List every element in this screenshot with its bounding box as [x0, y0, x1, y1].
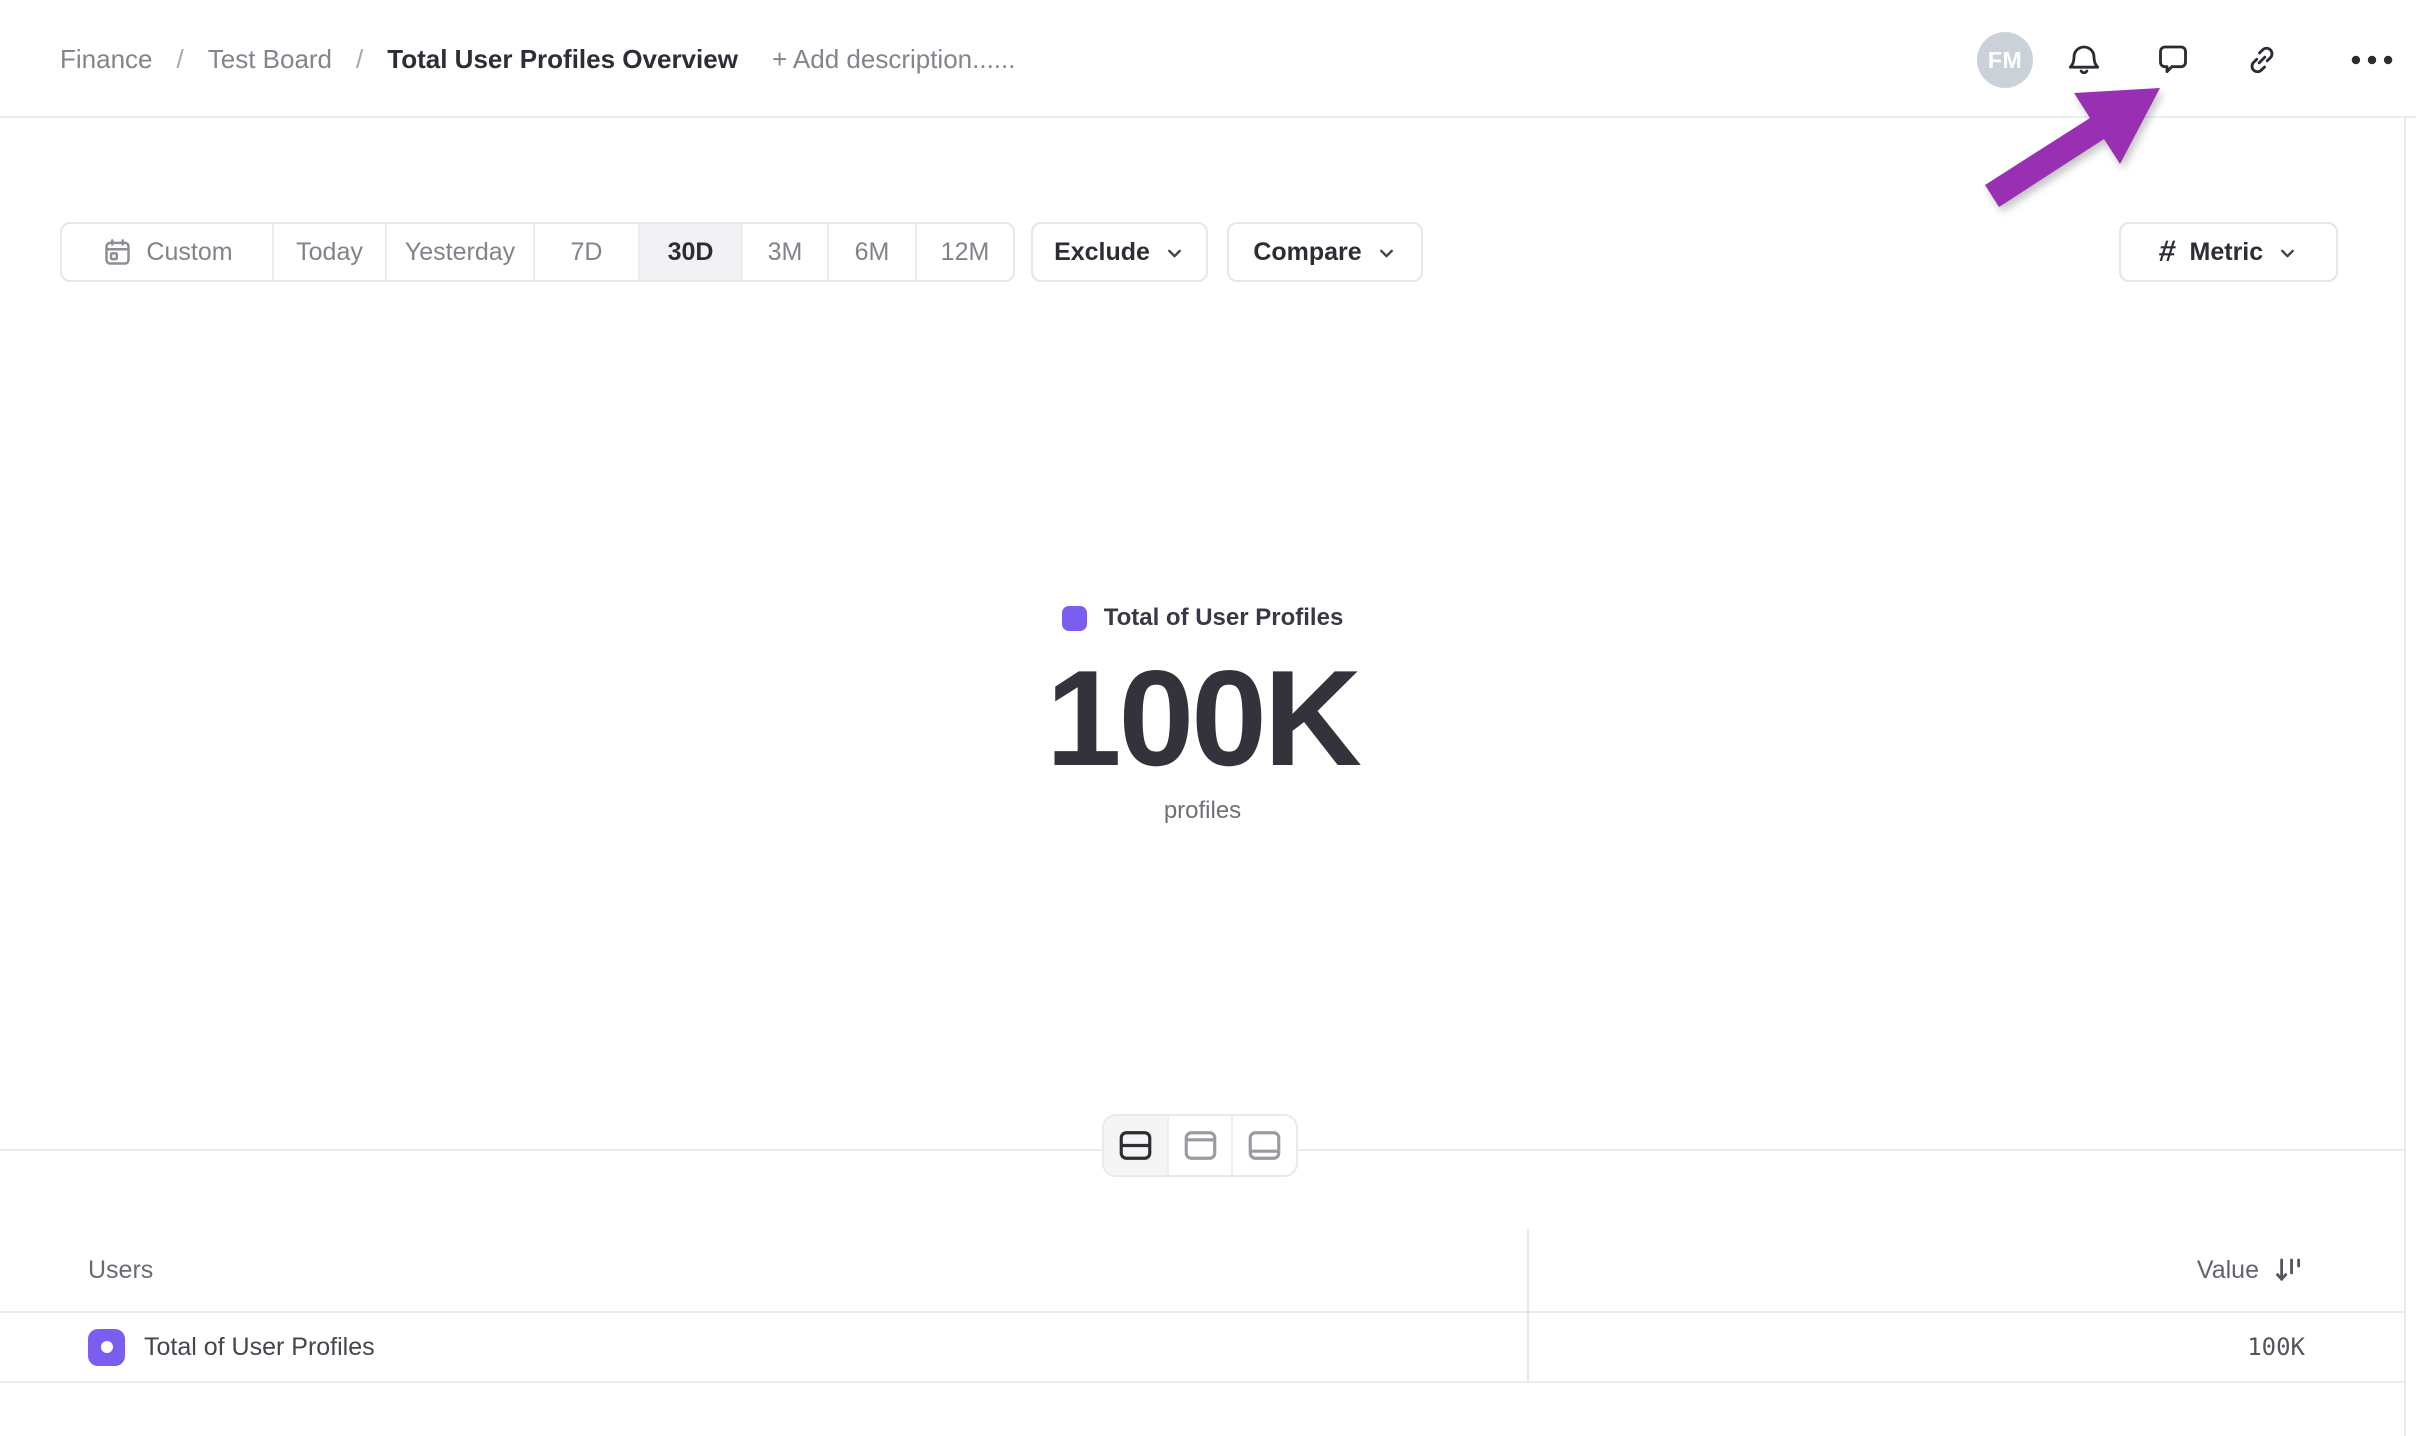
date-range-yesterday[interactable]: Yesterday	[387, 224, 535, 280]
app-screen: Finance / Test Board / Total User Profil…	[0, 0, 2416, 1436]
date-range-label: 30D	[668, 238, 714, 267]
date-range-today[interactable]: Today	[274, 224, 387, 280]
table-column-divider	[1527, 1229, 1529, 1383]
row-label: Total of User Profiles	[144, 1333, 375, 1362]
split-view-icon	[1117, 1129, 1154, 1162]
page-title: Total User Profiles Overview	[387, 44, 738, 75]
chevron-down-icon	[1376, 243, 1397, 264]
date-range-label: 12M	[941, 238, 990, 267]
content-right-border	[2404, 118, 2406, 1436]
metric-big-value: 100K	[0, 650, 2405, 786]
date-range-7d[interactable]: 7D	[535, 224, 640, 280]
series-color-icon	[88, 1329, 125, 1366]
more-options-button[interactable]	[2349, 37, 2395, 83]
exclude-label: Exclude	[1054, 238, 1150, 267]
legend-color-swatch	[1062, 606, 1087, 631]
date-range-label: 3M	[768, 238, 803, 267]
date-range-control: Custom Today Yesterday 7D 30D 3M 6M 12M	[60, 222, 1015, 282]
breadcrumb: Finance / Test Board / Total User Profil…	[60, 0, 1015, 118]
compare-dropdown[interactable]: Compare	[1227, 222, 1423, 282]
chevron-down-icon	[1164, 243, 1185, 264]
table-header: Users Value	[0, 1229, 2405, 1313]
date-range-12m[interactable]: 12M	[917, 224, 1013, 280]
column-header-users[interactable]: Users	[88, 1256, 153, 1285]
sort-descending-icon	[2271, 1253, 2305, 1287]
breadcrumb-item-finance[interactable]: Finance	[60, 44, 153, 75]
table-view-icon	[1246, 1129, 1283, 1162]
add-description-button[interactable]: + Add description......	[772, 44, 1016, 75]
date-range-label: Custom	[146, 238, 232, 267]
legend-label: Total of User Profiles	[1104, 604, 1344, 632]
hash-icon: #	[2157, 235, 2177, 269]
calendar-icon	[101, 236, 134, 269]
breadcrumb-separator: /	[356, 44, 363, 75]
date-range-custom[interactable]: Custom	[62, 224, 274, 280]
date-range-label: Yesterday	[405, 238, 515, 267]
metric-legend: Total of User Profiles	[0, 600, 2405, 636]
annotation-arrow	[1960, 70, 2190, 230]
value-header-label: Value	[2197, 1256, 2259, 1285]
metric-label: Metric	[2190, 238, 2264, 267]
chevron-down-icon	[2277, 243, 2298, 264]
metric-dropdown[interactable]: # Metric	[2119, 222, 2338, 282]
ellipsis-icon	[2351, 54, 2393, 66]
row-value: 100K	[2247, 1333, 2305, 1361]
breadcrumb-separator: /	[177, 44, 184, 75]
layout-split-view-button[interactable]	[1104, 1116, 1169, 1175]
layout-chart-only-button[interactable]	[1169, 1116, 1234, 1175]
date-range-label: 6M	[855, 238, 890, 267]
layout-switcher	[1102, 1114, 1298, 1177]
compare-label: Compare	[1253, 238, 1361, 267]
column-header-value[interactable]: Value	[2197, 1253, 2305, 1287]
date-range-label: 7D	[571, 238, 603, 267]
copy-link-button[interactable]	[2239, 37, 2285, 83]
link-icon	[2243, 41, 2281, 79]
metric-unit-label: profiles	[0, 797, 2405, 825]
date-range-3m[interactable]: 3M	[743, 224, 829, 280]
chart-view-icon	[1182, 1129, 1219, 1162]
exclude-dropdown[interactable]: Exclude	[1031, 222, 1208, 282]
breadcrumb-item-test-board[interactable]: Test Board	[208, 44, 332, 75]
date-range-6m[interactable]: 6M	[829, 224, 917, 280]
layout-table-only-button[interactable]	[1233, 1116, 1296, 1175]
date-range-30d-selected[interactable]: 30D	[640, 224, 743, 280]
table-row[interactable]: Total of User Profiles 100K	[0, 1313, 2405, 1383]
date-range-label: Today	[296, 238, 363, 267]
